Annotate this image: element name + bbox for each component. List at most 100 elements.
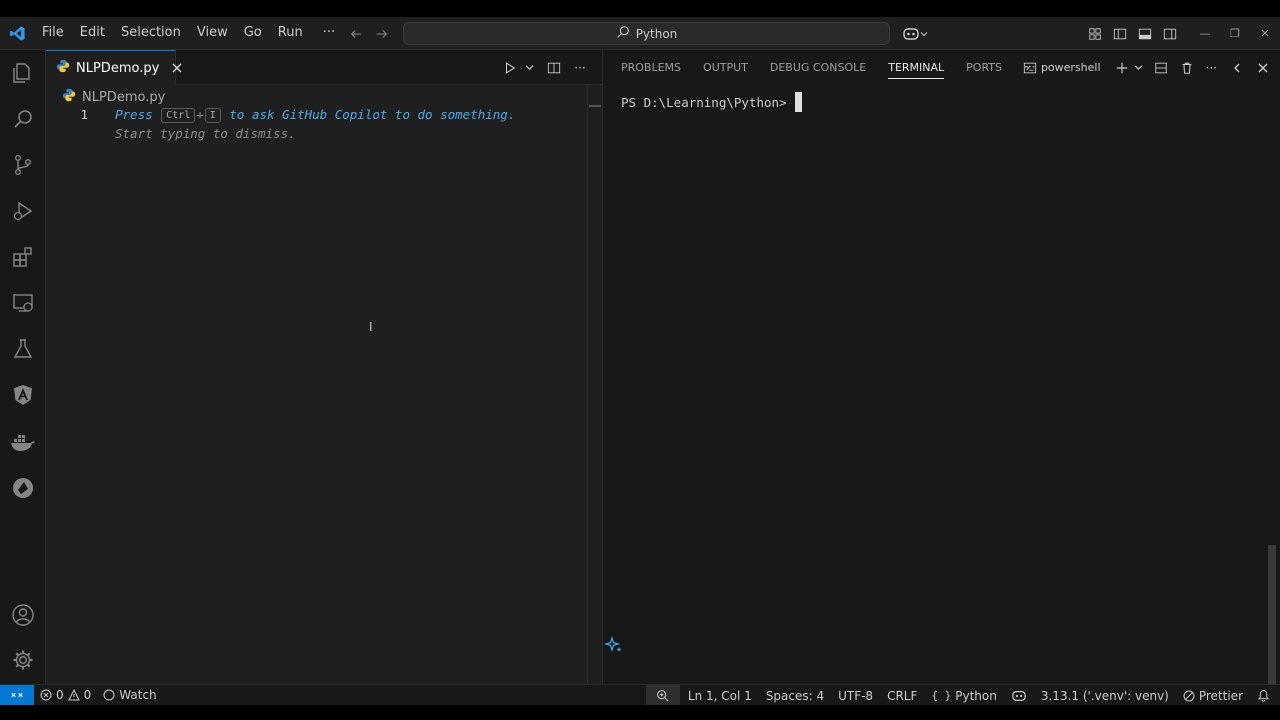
editor-group: NLPDemo.py ··· NLPDemo.py 1 Press Ctrl + I… xyxy=(46,50,602,684)
braces-icon: { } xyxy=(931,689,952,702)
screen-top-border xyxy=(0,0,1280,17)
menu-edit[interactable]: Edit xyxy=(72,21,113,45)
editor-tabs: NLPDemo.py ··· xyxy=(46,50,602,85)
back-arrow-icon[interactable] xyxy=(348,26,364,42)
menu-selection[interactable]: Selection xyxy=(113,21,189,45)
explorer-icon[interactable] xyxy=(0,53,46,93)
watch-label: Watch xyxy=(119,688,157,702)
tab-label: NLPDemo.py xyxy=(76,60,160,76)
indentation[interactable]: Spaces: 4 xyxy=(758,685,830,706)
circle-icon xyxy=(103,689,115,701)
error-count: 0 xyxy=(56,688,64,702)
warning-icon xyxy=(67,689,80,701)
python-file-icon xyxy=(56,59,70,77)
python-file-icon xyxy=(62,88,76,106)
language-label: Python xyxy=(955,688,997,703)
toggle-primary-sidebar-icon[interactable] xyxy=(1107,17,1132,50)
copilot-sparkle-icon[interactable] xyxy=(603,635,623,658)
search-icon[interactable] xyxy=(0,99,46,139)
menu-run[interactable]: Run xyxy=(270,21,311,45)
split-terminal-icon[interactable] xyxy=(1151,56,1171,80)
command-center[interactable]: Python xyxy=(403,22,890,45)
terminal-prompt: PS D:\Learning\Python> xyxy=(621,94,787,110)
tab-debug-console[interactable]: DEBUG CONSOLE xyxy=(759,50,877,85)
close-icon[interactable] xyxy=(171,60,183,76)
editor-scrollbar[interactable] xyxy=(587,85,602,684)
split-editor-icon[interactable] xyxy=(542,56,566,80)
source-control-icon[interactable] xyxy=(0,145,46,185)
copilot-icon[interactable] xyxy=(898,17,932,50)
end-of-line[interactable]: CRLF xyxy=(879,685,923,706)
prettier-status[interactable]: Prettier xyxy=(1175,685,1249,706)
menu-view[interactable]: View xyxy=(189,21,236,45)
tab-problems[interactable]: PROBLEMS xyxy=(610,50,692,85)
restore-icon[interactable]: ❐ xyxy=(1220,17,1250,50)
title-bar: File Edit Selection View Go Run ··· Pyth… xyxy=(0,17,1280,50)
trash-icon[interactable] xyxy=(1177,56,1197,80)
python-interpreter[interactable]: 3.13.1 ('.venv': venv) xyxy=(1033,685,1175,706)
hint-plus: + xyxy=(196,107,204,122)
language-mode[interactable]: { } Python xyxy=(923,685,1002,706)
screen-bottom-border xyxy=(0,705,1280,720)
cursor-position[interactable]: Ln 1, Col 1 xyxy=(680,685,758,706)
tab-terminal[interactable]: TERMINAL xyxy=(877,50,955,85)
breadcrumb-file[interactable]: NLPDemo.py xyxy=(82,90,165,105)
menu-more[interactable]: ··· xyxy=(315,21,343,45)
chevron-down-icon[interactable] xyxy=(522,56,536,80)
run-debug-icon[interactable] xyxy=(0,191,46,231)
docker-icon[interactable] xyxy=(0,422,46,462)
forward-arrow-icon[interactable] xyxy=(374,26,390,42)
chevron-down-icon xyxy=(920,31,928,36)
menu-go[interactable]: Go xyxy=(236,21,270,45)
editor-actions: ··· xyxy=(498,50,602,85)
chevron-down-icon[interactable] xyxy=(1134,56,1143,80)
bell-icon[interactable] xyxy=(1249,685,1280,706)
remote-explorer-icon[interactable] xyxy=(0,283,46,323)
search-icon xyxy=(616,25,630,42)
customize-layout-icon[interactable] xyxy=(1082,17,1107,50)
new-terminal-icon[interactable] xyxy=(1112,56,1132,80)
status-bar: 0 0 Watch Ln 1, Col 1 Spaces: 4 UTF-8 CR… xyxy=(0,684,1280,706)
close-panel-icon[interactable] xyxy=(1254,56,1272,80)
toggle-secondary-sidebar-icon[interactable] xyxy=(1157,17,1182,50)
terminal-cursor xyxy=(794,92,802,112)
angular-icon[interactable] xyxy=(0,375,46,415)
copilot-status-icon[interactable] xyxy=(1003,685,1033,706)
chevron-left-icon[interactable] xyxy=(1228,56,1246,80)
settings-gear-icon[interactable] xyxy=(0,640,46,680)
remote-indicator-icon[interactable] xyxy=(0,684,34,706)
kite-icon[interactable] xyxy=(0,468,46,508)
zoom-icon[interactable] xyxy=(645,685,680,706)
prohibited-icon xyxy=(1183,690,1195,701)
command-center-text: Python xyxy=(635,26,678,41)
terminal-icon xyxy=(1023,62,1037,73)
terminal-scrollbar[interactable] xyxy=(1268,545,1276,684)
encoding[interactable]: UTF-8 xyxy=(830,685,879,706)
hint-key-i: I xyxy=(204,108,221,123)
terminal-shell-selector[interactable]: powershell xyxy=(1020,56,1104,80)
minimize-icon[interactable]: — xyxy=(1190,17,1220,50)
terminal-output[interactable]: PS D:\Learning\Python> xyxy=(621,92,802,112)
vscode-logo-icon xyxy=(0,17,34,50)
run-python-file-icon[interactable] xyxy=(498,56,522,80)
hint-highlight: to ask GitHub Copilot to do something. xyxy=(229,107,516,122)
testing-icon[interactable] xyxy=(0,329,46,369)
scroll-position-marker xyxy=(589,105,601,107)
watch-status[interactable]: Watch xyxy=(97,685,162,706)
tab-output[interactable]: OUTPUT xyxy=(692,50,759,85)
account-icon[interactable] xyxy=(0,595,46,635)
close-window-icon[interactable]: ✕ xyxy=(1250,17,1280,50)
problems-status[interactable]: 0 0 xyxy=(34,685,97,706)
status-bar-right: Ln 1, Col 1 Spaces: 4 UTF-8 CRLF { } Pyt… xyxy=(645,685,1280,706)
editor-more-actions[interactable]: ··· xyxy=(568,56,592,80)
hint-key-ctrl: Ctrl xyxy=(161,108,196,123)
toggle-panel-icon[interactable] xyxy=(1132,17,1157,50)
extensions-icon[interactable] xyxy=(0,237,46,277)
title-bar-actions xyxy=(898,17,1182,50)
tab-ports[interactable]: PORTS xyxy=(955,50,1013,85)
panel-more-actions[interactable]: ··· xyxy=(1203,56,1220,80)
prettier-label: Prettier xyxy=(1198,688,1243,703)
menu-file[interactable]: File xyxy=(34,21,72,45)
tab-nlpdemo[interactable]: NLPDemo.py xyxy=(46,50,182,85)
panel-actions: powershell ··· xyxy=(1020,50,1272,85)
